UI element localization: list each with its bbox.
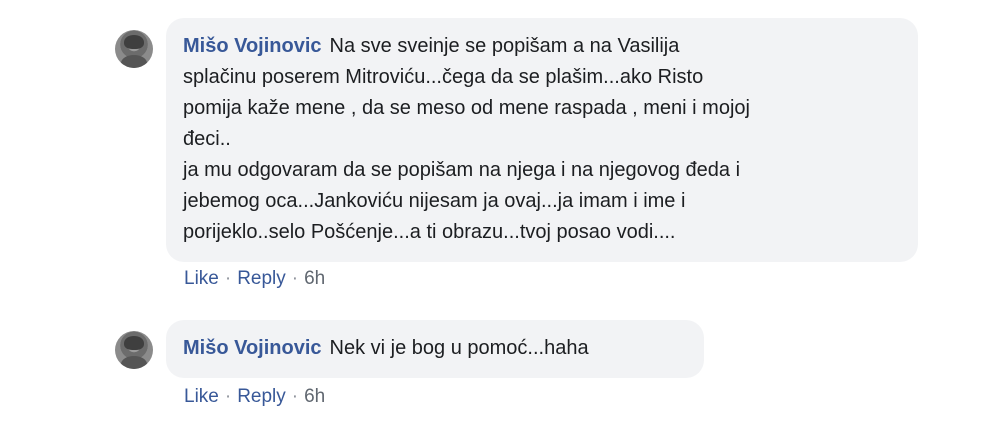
comment-text: Na sve sveinje se popišam a na Vasilija … (183, 35, 750, 243)
comment: Mišo Vojinovic Na sve sveinje se popišam … (0, 0, 983, 300)
avatar[interactable] (115, 30, 153, 68)
comment-actions: Like · Reply · 6h (184, 268, 325, 290)
reply-button[interactable]: Reply (237, 268, 286, 289)
reply-button[interactable]: Reply (237, 386, 286, 407)
comment-author[interactable]: Mišo Vojinovic (183, 337, 322, 359)
comment-bubble: Mišo Vojinovic Nek vi je bog u pomoć...ha… (166, 320, 704, 378)
separator: · (291, 268, 299, 289)
like-button[interactable]: Like (184, 386, 219, 407)
comment-bubble: Mišo Vojinovic Na sve sveinje se popišam … (166, 18, 918, 262)
comment-author[interactable]: Mišo Vojinovic (183, 35, 322, 57)
comment: Mišo Vojinovic Nek vi je bog u pomoć...ha… (0, 300, 983, 426)
separator: · (224, 386, 232, 407)
comment-timestamp[interactable]: 6h (304, 386, 325, 407)
comment-timestamp[interactable]: 6h (304, 268, 325, 289)
comment-text: Nek vi je bog u pomoć...haha (329, 337, 589, 359)
like-button[interactable]: Like (184, 268, 219, 289)
comment-actions: Like · Reply · 6h (184, 386, 325, 408)
avatar[interactable] (115, 331, 153, 369)
separator: · (291, 386, 299, 407)
separator: · (224, 268, 232, 289)
